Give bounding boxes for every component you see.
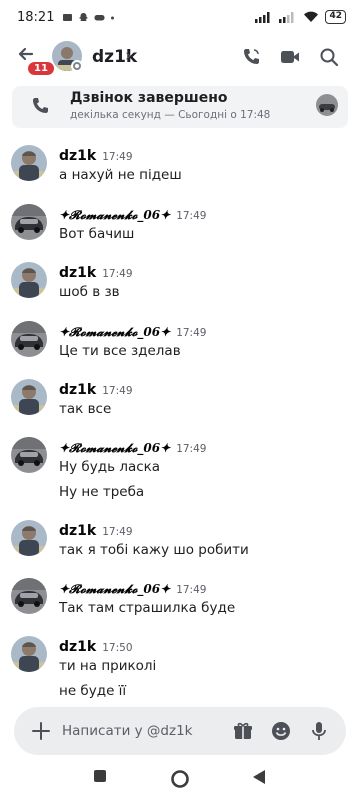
author-name[interactable]: dz1k	[59, 265, 96, 281]
avatar[interactable]	[11, 204, 47, 240]
signal-2-icon	[279, 12, 294, 23]
offline-status-dot	[71, 60, 83, 72]
author-name[interactable]: dz1k	[59, 523, 96, 539]
gift-icon[interactable]	[232, 720, 254, 742]
message-author[interactable]: dz1k 17:49	[59, 148, 133, 164]
wifi-icon	[304, 11, 319, 22]
message-author[interactable]: dz1k 17:49	[59, 265, 133, 281]
dot-icon	[111, 16, 115, 19]
message-author[interactable]: ✦𝓡𝓸𝓶𝓪𝓷𝓮𝓷𝓴𝓸_06✦ 17:49	[59, 582, 206, 597]
video-call-icon[interactable]	[279, 46, 301, 68]
message-author[interactable]: ✦𝓡𝓸𝓶𝓪𝓷𝓮𝓷𝓴𝓸_06✦ 17:49	[59, 325, 206, 340]
home-icon[interactable]	[170, 769, 190, 789]
avatar[interactable]	[11, 520, 47, 556]
message-timestamp: 17:50	[102, 642, 133, 654]
signal-icon	[255, 12, 270, 23]
notification-icons	[62, 12, 115, 23]
clock: 18:21	[17, 9, 55, 25]
message-text: Так там страшилка буде	[59, 600, 236, 616]
author-name[interactable]: ✦𝓡𝓸𝓶𝓪𝓷𝓮𝓷𝓴𝓸_06✦	[59, 441, 170, 455]
avatar[interactable]	[11, 578, 47, 614]
message-text: Ну будь ласка	[59, 459, 161, 475]
message-timestamp: 17:49	[102, 268, 133, 280]
author-name[interactable]: dz1k	[59, 148, 96, 164]
message-author[interactable]: dz1k 17:50	[59, 639, 133, 655]
message-timestamp: 17:49	[176, 443, 207, 455]
message-text: Це ти все зделав	[59, 343, 181, 359]
avatar[interactable]	[11, 262, 47, 298]
avatar[interactable]	[11, 321, 47, 357]
voice-call-icon[interactable]	[240, 46, 262, 68]
notification-icon	[63, 13, 73, 21]
call-subtitle: декілька секунд — Сьогодні о 17:48	[70, 109, 271, 121]
message-text: а нахуй не підеш	[59, 167, 182, 183]
recents-icon[interactable]	[93, 769, 107, 783]
chevron-right-icon[interactable]: ›	[125, 46, 132, 66]
chat-header: 11 dz1k ›	[0, 34, 360, 84]
message-text: шоб в зв	[59, 284, 120, 300]
call-title: Дзвінок завершено	[70, 90, 228, 106]
gamepad-icon	[94, 14, 105, 20]
message-timestamp: 17:49	[102, 151, 133, 163]
message-author[interactable]: ✦𝓡𝓸𝓶𝓪𝓷𝓮𝓷𝓴𝓸_06✦ 17:49	[59, 208, 206, 223]
author-name[interactable]: dz1k	[59, 639, 96, 655]
unread-badge: 11	[26, 60, 56, 77]
phone-icon	[33, 98, 48, 113]
snapchat-icon	[79, 12, 89, 21]
message-text: Ну не треба	[59, 484, 145, 500]
status-bar: 18:21 42	[0, 0, 360, 34]
message-text: Вот бачиш	[59, 226, 135, 242]
author-name[interactable]: ✦𝓡𝓸𝓶𝓪𝓷𝓮𝓷𝓴𝓸_06✦	[59, 208, 170, 222]
message-timestamp: 17:49	[176, 584, 207, 596]
avatar[interactable]	[11, 379, 47, 415]
search-icon[interactable]	[318, 46, 340, 68]
microphone-icon[interactable]	[308, 720, 330, 742]
message-text: так я тобі кажу шо робити	[59, 542, 249, 558]
message-text: ти на приколі	[59, 658, 157, 674]
avatar[interactable]	[11, 636, 47, 672]
call-ended-banner[interactable]: Дзвінок завершено декілька секунд — Сьог…	[12, 86, 348, 128]
avatar[interactable]	[11, 437, 47, 473]
author-name[interactable]: dz1k	[59, 382, 96, 398]
plus-icon[interactable]	[30, 720, 52, 742]
system-navigation-bar	[0, 760, 360, 800]
call-participant-avatar	[316, 94, 338, 116]
message-composer[interactable]: Написати у @dz1k	[14, 707, 346, 755]
message-author[interactable]: ✦𝓡𝓸𝓶𝓪𝓷𝓮𝓷𝓴𝓸_06✦ 17:49	[59, 441, 206, 456]
message-timestamp: 17:49	[176, 210, 207, 222]
battery-indicator: 42	[325, 10, 346, 24]
emoji-icon[interactable]	[270, 720, 292, 742]
message-text: не буде її	[59, 683, 127, 699]
message-text: так все	[59, 401, 112, 417]
author-name[interactable]: ✦𝓡𝓸𝓶𝓪𝓷𝓮𝓷𝓴𝓸_06✦	[59, 325, 170, 339]
message-author[interactable]: dz1k 17:49	[59, 523, 133, 539]
message-timestamp: 17:49	[102, 526, 133, 538]
message-timestamp: 17:49	[102, 385, 133, 397]
message-author[interactable]: dz1k 17:49	[59, 382, 133, 398]
avatar[interactable]	[11, 145, 47, 181]
author-name[interactable]: ✦𝓡𝓸𝓶𝓪𝓷𝓮𝓷𝓴𝓸_06✦	[59, 582, 170, 596]
back-triangle-icon[interactable]	[252, 769, 266, 785]
message-input[interactable]: Написати у @dz1k	[62, 723, 193, 739]
message-timestamp: 17:49	[176, 327, 207, 339]
